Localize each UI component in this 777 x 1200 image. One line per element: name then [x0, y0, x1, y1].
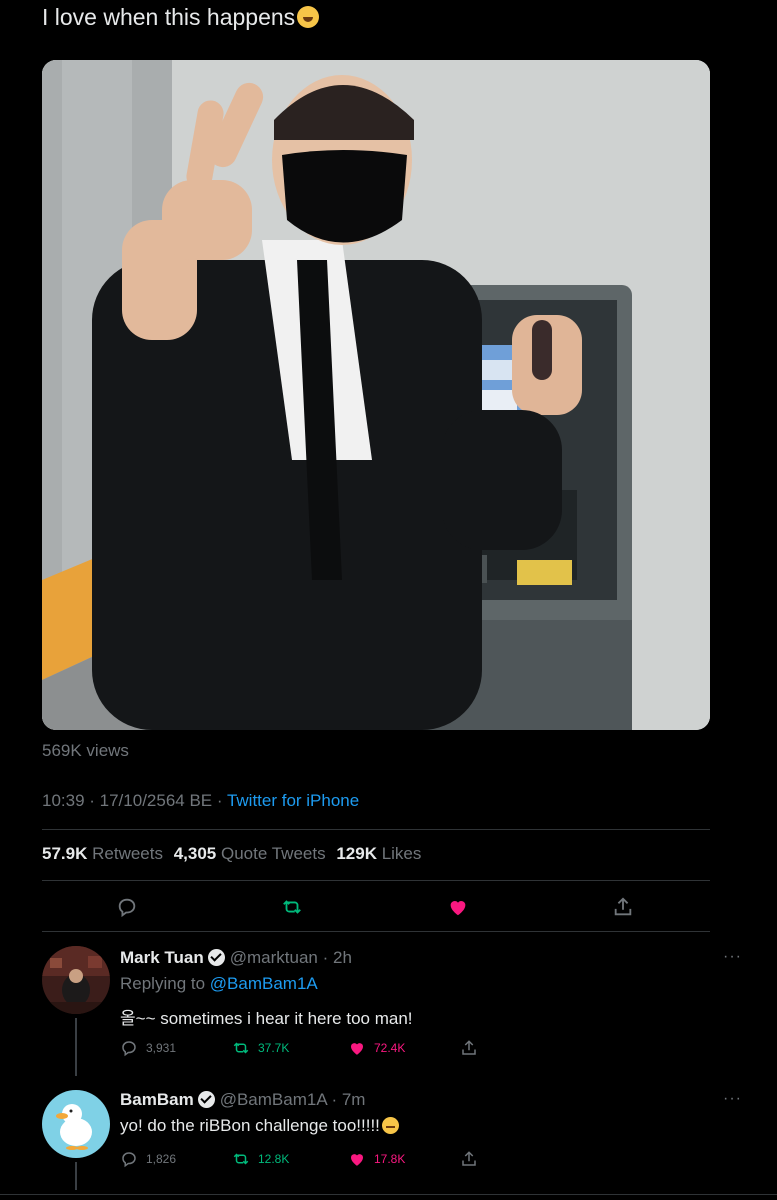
- view-count: 569K views: [42, 741, 129, 760]
- thread-connector: [75, 1162, 77, 1190]
- retweet-button[interactable]: 12.8K: [232, 1148, 289, 1170]
- likes-count: 129K: [336, 844, 377, 863]
- reply-time[interactable]: · 2h: [318, 948, 352, 967]
- reply-text: yo! do the riBBon challenge too!!!!!: [120, 1116, 399, 1136]
- likes-stat[interactable]: 129K Likes: [336, 844, 421, 863]
- heart-icon: [351, 1043, 363, 1055]
- tweet-actions: [42, 892, 710, 924]
- share-button[interactable]: [460, 1148, 478, 1170]
- verified-badge-icon: [207, 949, 225, 966]
- share-button[interactable]: [460, 1037, 478, 1059]
- reply-button[interactable]: [112, 892, 142, 922]
- like-count: 72.4K: [374, 1041, 406, 1055]
- like-count: 17.8K: [374, 1152, 406, 1166]
- reply-button[interactable]: 3,931: [120, 1037, 176, 1059]
- retweet-count: 12.8K: [258, 1152, 290, 1166]
- reply-icon: [122, 1152, 136, 1168]
- quotes-count: 4,305: [173, 844, 217, 863]
- divider: [42, 829, 710, 830]
- reply-actions: 1,826 12.8K 17.8K: [120, 1148, 520, 1170]
- retweet-icon: [233, 1153, 249, 1165]
- reply-time[interactable]: · 7m: [327, 1090, 365, 1109]
- divider: [0, 1194, 777, 1195]
- replying-to-label: Replying to: [120, 974, 210, 993]
- reply-text: 올~~ sometimes i hear it here too man!: [120, 1009, 413, 1028]
- thread-connector: [75, 1018, 77, 1076]
- share-icon: [614, 897, 632, 916]
- retweets-count: 57.9K: [42, 844, 88, 863]
- reply-count: 1,826: [146, 1152, 177, 1166]
- author-handle[interactable]: @BamBam1A: [220, 1090, 327, 1109]
- author-handle[interactable]: @marktuan: [230, 948, 318, 967]
- like-button[interactable]: 72.4K: [348, 1037, 405, 1059]
- tweet-stats: 57.9K Retweets 4,305 Quote Tweets 129K L…: [42, 844, 427, 864]
- retweet-button[interactable]: [277, 892, 307, 922]
- divider: [42, 931, 710, 932]
- retweet-button[interactable]: 37.7K: [232, 1037, 289, 1059]
- retweets-label: Retweets: [92, 844, 163, 863]
- reply-icon: [122, 1041, 136, 1057]
- replying-to: Replying to @BamBam1A: [120, 974, 318, 994]
- more-options-icon[interactable]: ···: [723, 1090, 742, 1108]
- more-options-icon[interactable]: ···: [723, 948, 742, 966]
- share-icon: [462, 1151, 476, 1166]
- reply-text-content: yo! do the riBBon challenge too!!!!!: [120, 1116, 380, 1135]
- heart-icon: [450, 901, 466, 916]
- author-name[interactable]: Mark Tuan: [120, 948, 204, 967]
- share-button[interactable]: [608, 892, 638, 922]
- tweet-text: I love when this happens: [42, 4, 320, 31]
- quotes-stat[interactable]: 4,305 Quote Tweets: [174, 844, 326, 863]
- tweet-text-content: I love when this happens: [42, 4, 296, 30]
- retweet-icon: [233, 1042, 249, 1054]
- retweet-count: 37.7K: [258, 1041, 290, 1055]
- reply-button[interactable]: 1,826: [120, 1148, 176, 1170]
- reply-author: Mark Tuan @marktuan · 2h: [120, 948, 352, 968]
- retweets-stat[interactable]: 57.9K Retweets: [42, 844, 163, 863]
- avatar-image: [42, 1090, 110, 1158]
- like-button[interactable]: [443, 892, 473, 922]
- replying-to-handle[interactable]: @BamBam1A: [210, 974, 318, 993]
- reply-icon: [118, 898, 136, 918]
- quotes-label: Quote Tweets: [221, 844, 326, 863]
- like-button[interactable]: 17.8K: [348, 1148, 405, 1170]
- rofl-emoji-icon: [297, 6, 320, 28]
- tweet-source-link[interactable]: Twitter for iPhone: [227, 791, 359, 810]
- avatar[interactable]: [42, 946, 110, 1014]
- tweet-meta: 10:39 · 17/10/2564 BE · Twitter for iPho…: [42, 791, 359, 811]
- avatar[interactable]: [42, 1090, 110, 1158]
- avatar-image: [42, 946, 110, 1014]
- tweet-timestamp[interactable]: 10:39 · 17/10/2564 BE ·: [42, 791, 227, 810]
- reply-count: 3,931: [146, 1041, 177, 1055]
- likes-label: Likes: [381, 844, 422, 863]
- share-icon: [462, 1040, 476, 1055]
- reply-actions: 3,931 37.7K 72.4K: [120, 1037, 520, 1059]
- tweet-video[interactable]: [42, 60, 710, 730]
- author-name[interactable]: BamBam: [120, 1090, 194, 1109]
- retweet-icon: [283, 900, 301, 914]
- divider: [42, 880, 710, 881]
- reply-author: BamBam @BamBam1A · 7m: [120, 1090, 365, 1110]
- expressionless-emoji-icon: [381, 1117, 399, 1134]
- heart-icon: [351, 1154, 363, 1166]
- verified-badge-icon: [197, 1091, 215, 1108]
- video-frame: [42, 60, 710, 730]
